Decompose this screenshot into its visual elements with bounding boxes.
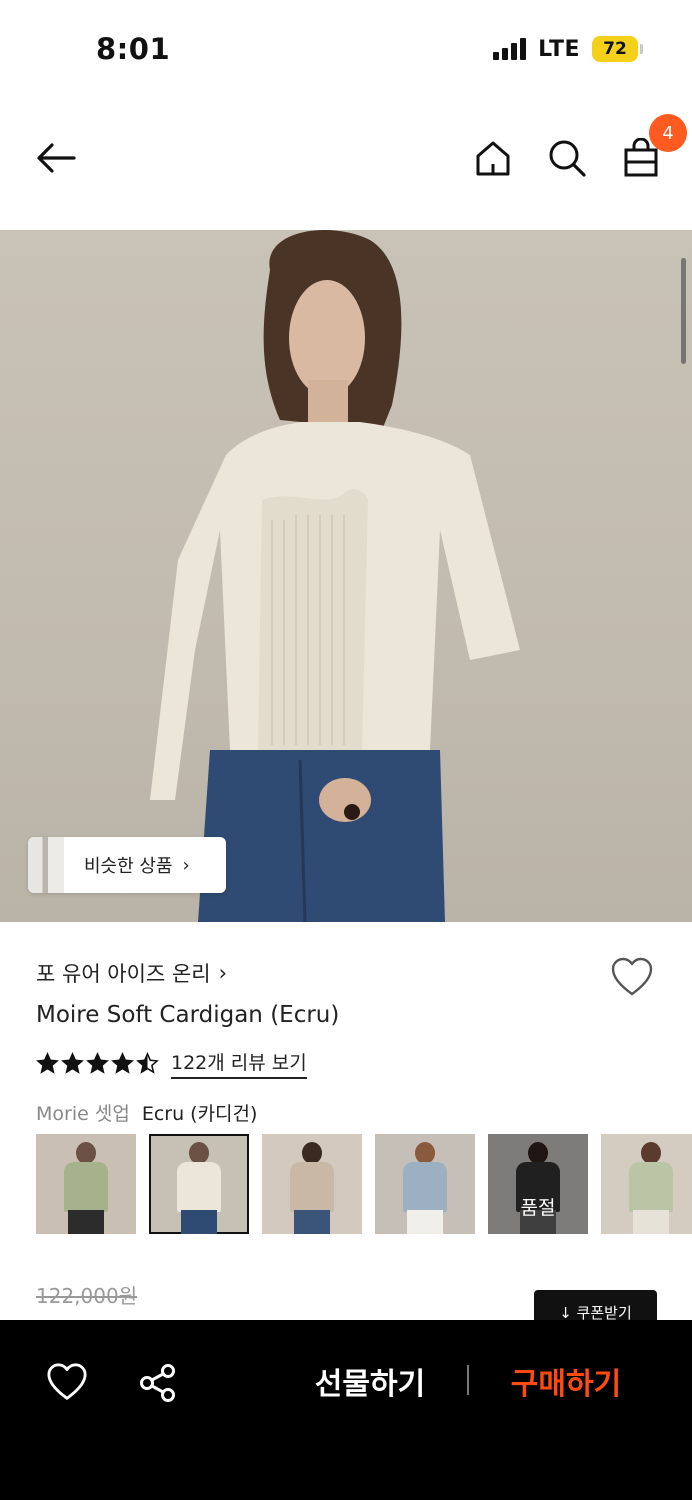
variant-thumb-sage[interactable] bbox=[36, 1134, 136, 1234]
divider bbox=[467, 1365, 469, 1395]
status-bar: 8:01 LTE 72 bbox=[0, 0, 692, 100]
bottom-wishlist-button[interactable] bbox=[46, 1362, 88, 1404]
share-icon bbox=[140, 1364, 175, 1402]
option-group-label: Morie 셋업 bbox=[36, 1103, 130, 1125]
back-button[interactable] bbox=[30, 132, 82, 184]
battery-icon: 72 bbox=[592, 36, 643, 62]
star-icon bbox=[36, 1052, 59, 1074]
status-indicators: LTE 72 bbox=[493, 36, 643, 62]
variant-thumbnails: 품절 bbox=[36, 1134, 692, 1234]
similar-products-button[interactable]: 비슷한 상품 › bbox=[28, 837, 226, 893]
image-scroll-indicator bbox=[681, 258, 686, 364]
heart-icon bbox=[611, 957, 653, 996]
status-time: 8:01 bbox=[96, 32, 171, 66]
star-icon bbox=[136, 1052, 159, 1074]
soldout-label: 품절 bbox=[488, 1134, 588, 1234]
similar-thumbnail bbox=[28, 837, 64, 893]
chevron-right-icon: › bbox=[182, 854, 190, 876]
share-button[interactable] bbox=[137, 1362, 179, 1404]
battery-level: 72 bbox=[603, 39, 627, 59]
rating-row: 122개 리뷰 보기 bbox=[36, 1048, 307, 1079]
variant-thumb-ecru[interactable] bbox=[149, 1134, 249, 1234]
product-photo bbox=[150, 230, 520, 922]
brand-link[interactable]: 포 유어 아이즈 온리 › bbox=[36, 958, 227, 988]
heart-icon bbox=[47, 1363, 87, 1400]
product-title: Moire Soft Cardigan (Ecru) bbox=[36, 1002, 340, 1028]
star-icon bbox=[61, 1052, 84, 1074]
home-button[interactable] bbox=[467, 132, 519, 184]
option-row: Morie 셋업 Ecru (카디건) bbox=[36, 1099, 257, 1126]
gift-button[interactable]: 선물하기 bbox=[300, 1356, 440, 1406]
product-image-carousel[interactable]: 비슷한 상품 › bbox=[0, 230, 692, 922]
buy-button[interactable]: 구매하기 bbox=[496, 1356, 636, 1406]
home-icon bbox=[476, 141, 510, 176]
star-rating bbox=[36, 1052, 159, 1075]
network-label: LTE bbox=[538, 36, 580, 62]
chevron-right-icon: › bbox=[218, 961, 227, 985]
review-link[interactable]: 122개 리뷰 보기 bbox=[171, 1048, 307, 1079]
variant-thumb-beige[interactable] bbox=[262, 1134, 362, 1234]
wishlist-button[interactable] bbox=[610, 956, 654, 1000]
search-button[interactable] bbox=[541, 132, 593, 184]
signal-icon bbox=[493, 38, 527, 60]
arrow-left-icon bbox=[37, 143, 76, 173]
original-price: 122,000원 bbox=[36, 1284, 138, 1308]
bottom-action-bar: 선물하기 구매하기 bbox=[0, 1320, 692, 1500]
cart-count-badge: 4 bbox=[649, 114, 687, 152]
variant-thumb-black[interactable]: 품절 bbox=[488, 1134, 588, 1234]
star-icon bbox=[86, 1052, 109, 1074]
top-nav-bar: 4 bbox=[0, 110, 692, 206]
option-selected-value: Ecru (카디건) bbox=[141, 1103, 258, 1125]
cart-button[interactable]: 4 bbox=[615, 114, 687, 184]
variant-thumb-blue[interactable] bbox=[375, 1134, 475, 1234]
star-icon bbox=[111, 1052, 134, 1074]
brand-name: 포 유어 아이즈 온리 bbox=[36, 962, 211, 986]
similar-label: 비슷한 상품 bbox=[84, 856, 173, 877]
search-icon bbox=[549, 140, 586, 177]
variant-thumb-mint[interactable] bbox=[601, 1134, 692, 1234]
